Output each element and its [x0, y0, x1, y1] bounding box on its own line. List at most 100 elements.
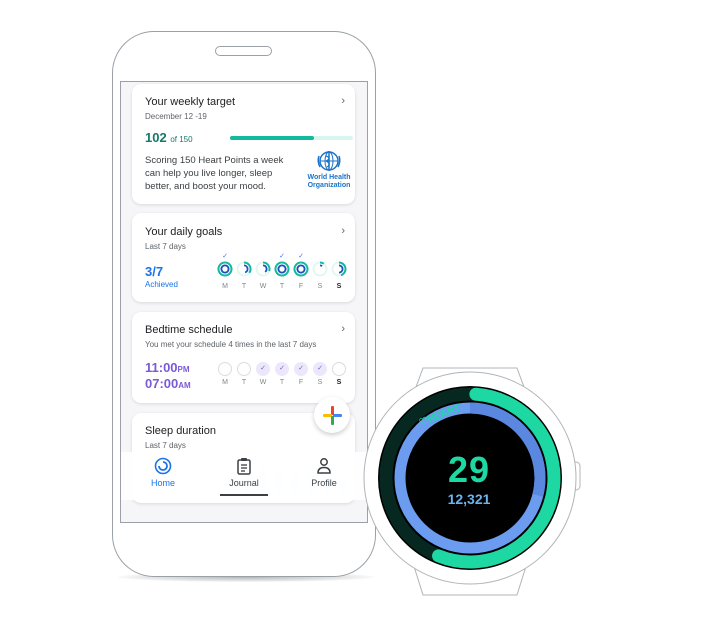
phone-speaker — [215, 46, 272, 56]
nav-journal-label: Journal — [229, 478, 259, 488]
bedtime-day: ✓ F — [294, 362, 308, 386]
wake-ampm: AM — [178, 381, 191, 390]
goal-day-label: F — [298, 283, 304, 290]
bedtime-day-label: S — [336, 379, 342, 386]
daily-goal-day: S — [311, 253, 329, 290]
goal-day-label: T — [279, 283, 285, 290]
bedtime-day: ✓ S — [313, 362, 327, 386]
goals-achieved-fraction: 3/7 — [145, 264, 164, 279]
bedtime-day-label: T — [241, 379, 247, 386]
goal-day-label: T — [241, 283, 247, 290]
goal-ring-icon — [312, 261, 328, 277]
daily-goal-day: ✓ T — [273, 253, 291, 290]
bedtime-ampm: PM — [177, 365, 190, 374]
chevron-right-icon[interactable]: › — [341, 95, 345, 107]
goal-day-label: S — [336, 283, 342, 290]
wake-time: 07:00AM — [145, 376, 191, 391]
daily-goal-day: T — [235, 253, 253, 290]
bedtime-empty-circle — [218, 362, 232, 376]
bedtime-empty-circle — [332, 362, 346, 376]
bedtime-day-label: M — [222, 379, 228, 386]
goal-check-icon — [235, 253, 253, 261]
home-ring-icon — [133, 456, 193, 476]
who-text-line1: World Health — [307, 174, 351, 181]
who-globe-icon — [317, 151, 341, 171]
sleep-duration-subtitle: Last 7 days — [145, 441, 186, 450]
bedtime-day-label: S — [317, 379, 323, 386]
bedtime-check-icon: ✓ — [294, 362, 308, 376]
goal-ring-icon — [217, 261, 233, 277]
phone-screen: Your weekly target December 12 -19 › 102… — [120, 81, 368, 523]
weekly-target-title: Your weekly target — [145, 96, 236, 108]
chevron-right-icon[interactable]: › — [341, 225, 345, 237]
bedtime-day-indicators: M T ✓ W ✓ T ✓ F ✓ S S — [216, 362, 346, 398]
chevron-right-icon[interactable]: › — [341, 323, 345, 335]
add-fab-button[interactable] — [314, 397, 350, 433]
daily-goals-subtitle: Last 7 days — [145, 242, 186, 251]
weekly-target-card[interactable]: Your weekly target December 12 -19 › 102… — [132, 84, 355, 204]
bedtime-check-icon: ✓ — [313, 362, 327, 376]
goal-ring-icon — [274, 261, 290, 277]
goal-day-label: W — [259, 283, 267, 290]
nav-profile[interactable]: Profile — [294, 452, 354, 488]
bedtime-subtitle: You met your schedule 4 times in the las… — [145, 340, 317, 349]
bottom-navigation: Home Journal Profile — [121, 452, 367, 500]
bedtime-time: 11:00PM — [145, 360, 190, 375]
goal-day-label: S — [317, 283, 323, 290]
weekly-progress-fill — [230, 136, 314, 140]
goal-ring-icon — [255, 261, 271, 277]
bedtime-day: S — [332, 362, 346, 386]
bedtime-schedule-card[interactable]: Bedtime schedule You met your schedule 4… — [132, 312, 355, 403]
bedtime-day-label: W — [259, 379, 267, 386]
goal-check-icon — [254, 253, 272, 261]
daily-goal-day: ✓ F — [292, 253, 310, 290]
goal-check-icon — [330, 253, 348, 261]
clipboard-icon — [214, 456, 274, 476]
goal-check-icon — [311, 253, 329, 261]
weekly-target-date-range: December 12 -19 — [145, 112, 207, 121]
goal-day-label: M — [222, 283, 228, 290]
bedtime-clock: 11:00 — [145, 360, 178, 375]
wake-clock: 07:00 — [145, 376, 179, 391]
bedtime-day-label: T — [279, 379, 285, 386]
nav-journal-underline — [220, 494, 268, 496]
bedtime-day: ✓ W — [256, 362, 270, 386]
daily-goals-title: Your daily goals — [145, 226, 223, 238]
weekly-target-description: Scoring 150 Heart Points a week can help… — [145, 155, 284, 192]
goal-check-icon: ✓ — [279, 253, 285, 260]
goal-ring-icon — [331, 261, 347, 277]
nav-journal[interactable]: Journal — [214, 452, 274, 488]
heart-points-number: 102 — [145, 130, 167, 145]
goal-check-icon: ✓ — [222, 253, 228, 260]
who-logo: World Health Organization — [304, 148, 354, 190]
bedtime-day: M — [218, 362, 232, 386]
daily-goals-card[interactable]: Your daily goals Last 7 days › 3/7 Achie… — [132, 213, 355, 302]
goal-ring-icon — [236, 261, 252, 277]
nav-profile-label: Profile — [311, 478, 337, 488]
person-icon — [294, 456, 354, 476]
daily-goal-day: W — [254, 253, 272, 290]
bedtime-empty-circle — [237, 362, 251, 376]
heart-points-goal: of 150 — [170, 135, 193, 144]
plus-icon-blue — [333, 414, 342, 417]
bedtime-day: T — [237, 362, 251, 386]
bedtime-check-icon: ✓ — [275, 362, 289, 376]
nav-home-label: Home — [150, 478, 175, 488]
plus-icon-green — [331, 416, 334, 425]
who-text-line2: Organization — [307, 182, 351, 189]
bedtime-title: Bedtime schedule — [145, 324, 233, 336]
weekly-progress-bar — [230, 136, 353, 140]
bedtime-day-label: F — [298, 379, 304, 386]
nav-home[interactable]: Home — [133, 452, 193, 488]
bedtime-check-icon: ✓ — [256, 362, 270, 376]
goal-check-icon: ✓ — [298, 253, 304, 260]
daily-goal-day: S — [330, 253, 348, 290]
goals-achieved-label: Achieved — [145, 280, 178, 289]
heart-points-value: 102 of 150 — [145, 130, 193, 145]
bedtime-day: ✓ T — [275, 362, 289, 386]
daily-goal-day: ✓ M — [216, 253, 234, 290]
watch-heart-points: 29 — [447, 449, 491, 490]
sleep-duration-title: Sleep duration — [145, 425, 216, 437]
daily-goal-rings: ✓ M T W ✓ T ✓ F S S — [216, 253, 348, 295]
goal-ring-icon — [293, 261, 309, 277]
